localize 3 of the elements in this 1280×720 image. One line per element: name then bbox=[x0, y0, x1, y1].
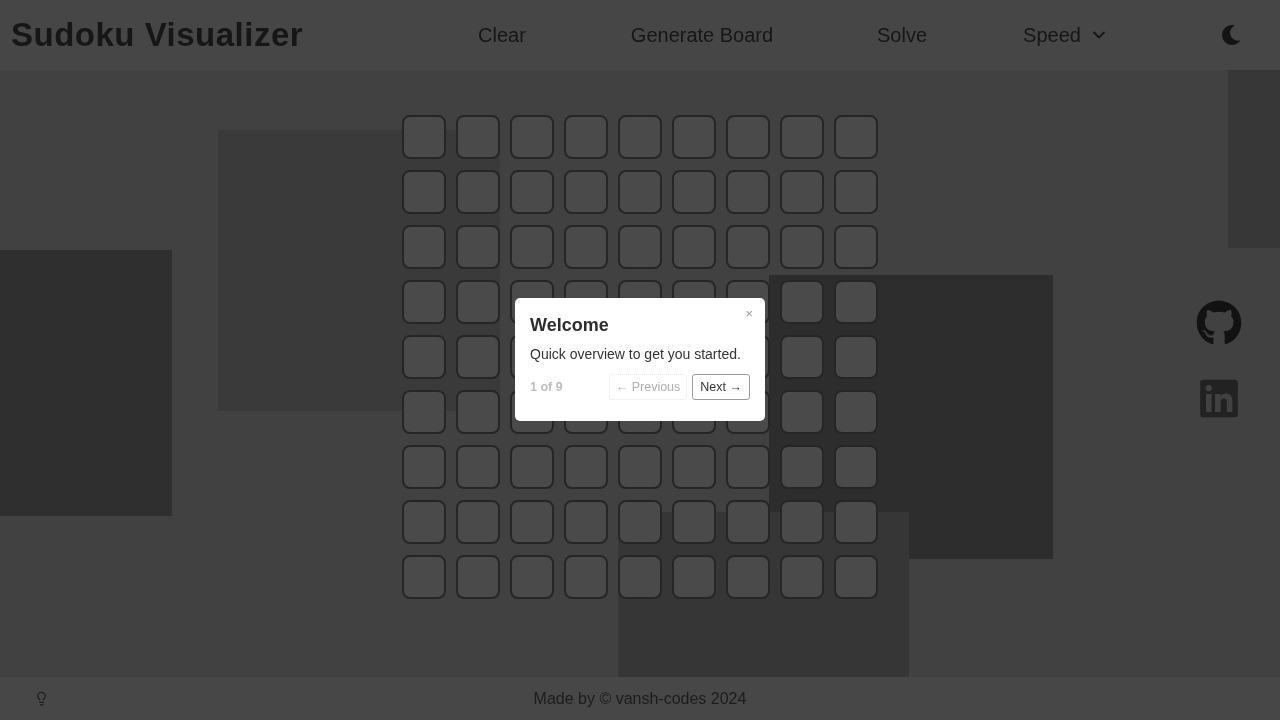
step-counter: 1 of 9 bbox=[530, 379, 563, 395]
tour-title: Welcome bbox=[530, 314, 610, 336]
tour-text: Quick overview to get you started. bbox=[530, 345, 742, 363]
